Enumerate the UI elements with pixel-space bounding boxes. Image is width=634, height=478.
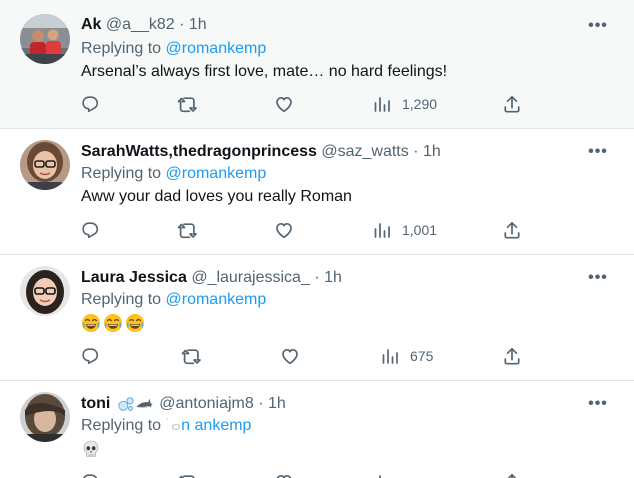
share-icon <box>504 95 520 113</box>
mention-link[interactable]: n ankemp <box>181 417 251 434</box>
share-button[interactable] <box>502 345 522 367</box>
views-count: 1,001 <box>402 222 438 238</box>
bubbles-emoji <box>118 397 134 411</box>
avatar[interactable] <box>20 392 70 442</box>
retweet-button[interactable] <box>177 219 197 241</box>
reply-header: Laura Jessica @_laurajessica_ · 1h <box>81 268 342 288</box>
reply-header: toni @antoniajm8 · 1h <box>81 394 286 414</box>
reply-icon <box>82 222 99 239</box>
like-button[interactable] <box>280 345 300 367</box>
reply-icon <box>82 348 99 365</box>
analytics-icon <box>374 223 390 238</box>
reply-header: SarahWatts,thedragonprincess @saz_watts … <box>81 142 441 162</box>
shark-emoji <box>135 397 153 409</box>
analytics-icon <box>382 349 398 364</box>
heart-icon <box>282 348 298 365</box>
mention-link[interactable]: @romankemp <box>166 40 267 57</box>
separator-dot: · <box>258 395 264 412</box>
more-icon[interactable]: ••• <box>588 396 608 418</box>
separator-dot: · <box>413 143 419 160</box>
tears-of-joy-emoji <box>125 313 145 333</box>
share-icon <box>504 473 520 478</box>
analytics-icon <box>374 475 390 478</box>
tears-of-joy-emoji <box>103 313 123 333</box>
like-button[interactable] <box>274 219 294 241</box>
reply-button[interactable] <box>80 93 100 115</box>
share-button[interactable] <box>502 219 522 241</box>
share-button[interactable] <box>502 471 522 478</box>
display-name[interactable]: Laura Jessica <box>81 269 187 286</box>
heart-icon <box>276 96 292 113</box>
retweet-icon <box>181 349 201 365</box>
display-name[interactable]: Ak <box>81 16 101 33</box>
like-button[interactable] <box>274 471 294 478</box>
separator-dot: · <box>314 269 320 286</box>
separator-dot: · <box>179 16 185 33</box>
more-icon[interactable]: ••• <box>588 144 608 166</box>
reply-icon <box>82 474 99 478</box>
retweet-button[interactable] <box>181 345 201 367</box>
reply-emoji <box>81 312 147 334</box>
views-count: 1,290 <box>402 96 438 112</box>
reply-emoji <box>81 438 103 460</box>
views-button[interactable] <box>372 471 392 478</box>
obscured-mention-fragment: ˙ⴰ <box>165 417 182 434</box>
user-handle[interactable]: @a__k82 <box>106 16 175 33</box>
replying-to: Replying to @romankemp <box>81 165 267 182</box>
retweet-icon <box>177 223 197 239</box>
views-button[interactable]: 675 <box>380 345 433 367</box>
views-button[interactable]: 1,290 <box>372 93 437 115</box>
like-button[interactable] <box>274 93 294 115</box>
reply-text: Aww your dad loves you really Roman <box>81 188 352 205</box>
action-bar: 675 <box>0 345 634 367</box>
reply-card[interactable]: Laura Jessica @_laurajessica_ · 1h ••• R… <box>0 255 634 380</box>
share-icon <box>504 221 520 239</box>
more-icon[interactable]: ••• <box>588 18 608 40</box>
mention-link[interactable]: @romankemp <box>166 291 267 308</box>
analytics-icon <box>374 97 390 112</box>
avatar[interactable] <box>20 266 70 316</box>
replying-to: Replying to @romankemp <box>81 40 267 57</box>
reply-text: Arsenal’s always first love, mate… no ha… <box>81 63 448 80</box>
heart-icon <box>276 222 292 239</box>
views-button[interactable]: 1,001 <box>372 219 437 241</box>
display-name[interactable]: toni <box>81 395 110 412</box>
reply-card[interactable]: Ak @a__k82 · 1h ••• Replying to @romanke… <box>0 0 634 128</box>
avatar[interactable] <box>20 140 70 190</box>
reply-icon <box>82 96 99 113</box>
action-bar: 1,001 <box>0 219 634 241</box>
tears-of-joy-emoji <box>81 313 101 333</box>
user-handle[interactable]: @_laurajessica_ <box>191 269 310 286</box>
retweet-button[interactable] <box>177 93 197 115</box>
reply-button[interactable] <box>80 219 100 241</box>
reply-button[interactable] <box>80 471 100 478</box>
action-bar <box>0 471 634 478</box>
timestamp[interactable]: 1h <box>189 16 207 33</box>
action-bar: 1,290 <box>0 93 634 115</box>
reply-header: Ak @a__k82 · 1h <box>81 15 207 35</box>
more-icon[interactable]: ••• <box>588 270 608 292</box>
retweet-button[interactable] <box>177 471 197 478</box>
heart-icon <box>276 474 292 478</box>
timestamp[interactable]: 1h <box>423 143 441 160</box>
user-handle[interactable]: @saz_watts <box>321 143 408 160</box>
share-button[interactable] <box>502 93 522 115</box>
avatar[interactable] <box>20 14 70 64</box>
retweet-icon <box>177 97 197 113</box>
views-count: 675 <box>410 348 434 364</box>
skull-emoji <box>83 440 99 457</box>
timestamp[interactable]: 1h <box>268 395 286 412</box>
replying-to: Replying to ˙ⴰn ankemp <box>81 417 252 434</box>
replying-to: Replying to @romankemp <box>81 291 267 308</box>
user-handle[interactable]: @antoniajm8 <box>159 395 254 412</box>
timestamp[interactable]: 1h <box>324 269 342 286</box>
display-name[interactable]: SarahWatts,thedragonprincess <box>81 143 317 160</box>
mention-link[interactable]: @romankemp <box>166 165 267 182</box>
share-icon <box>504 347 520 365</box>
reply-button[interactable] <box>80 345 100 367</box>
retweet-icon <box>177 475 197 478</box>
reply-card[interactable]: SarahWatts,thedragonprincess @saz_watts … <box>0 129 634 254</box>
reply-card[interactable]: toni @antoniajm8 · 1h ••• Replying to ˙ⴰ… <box>0 381 634 478</box>
